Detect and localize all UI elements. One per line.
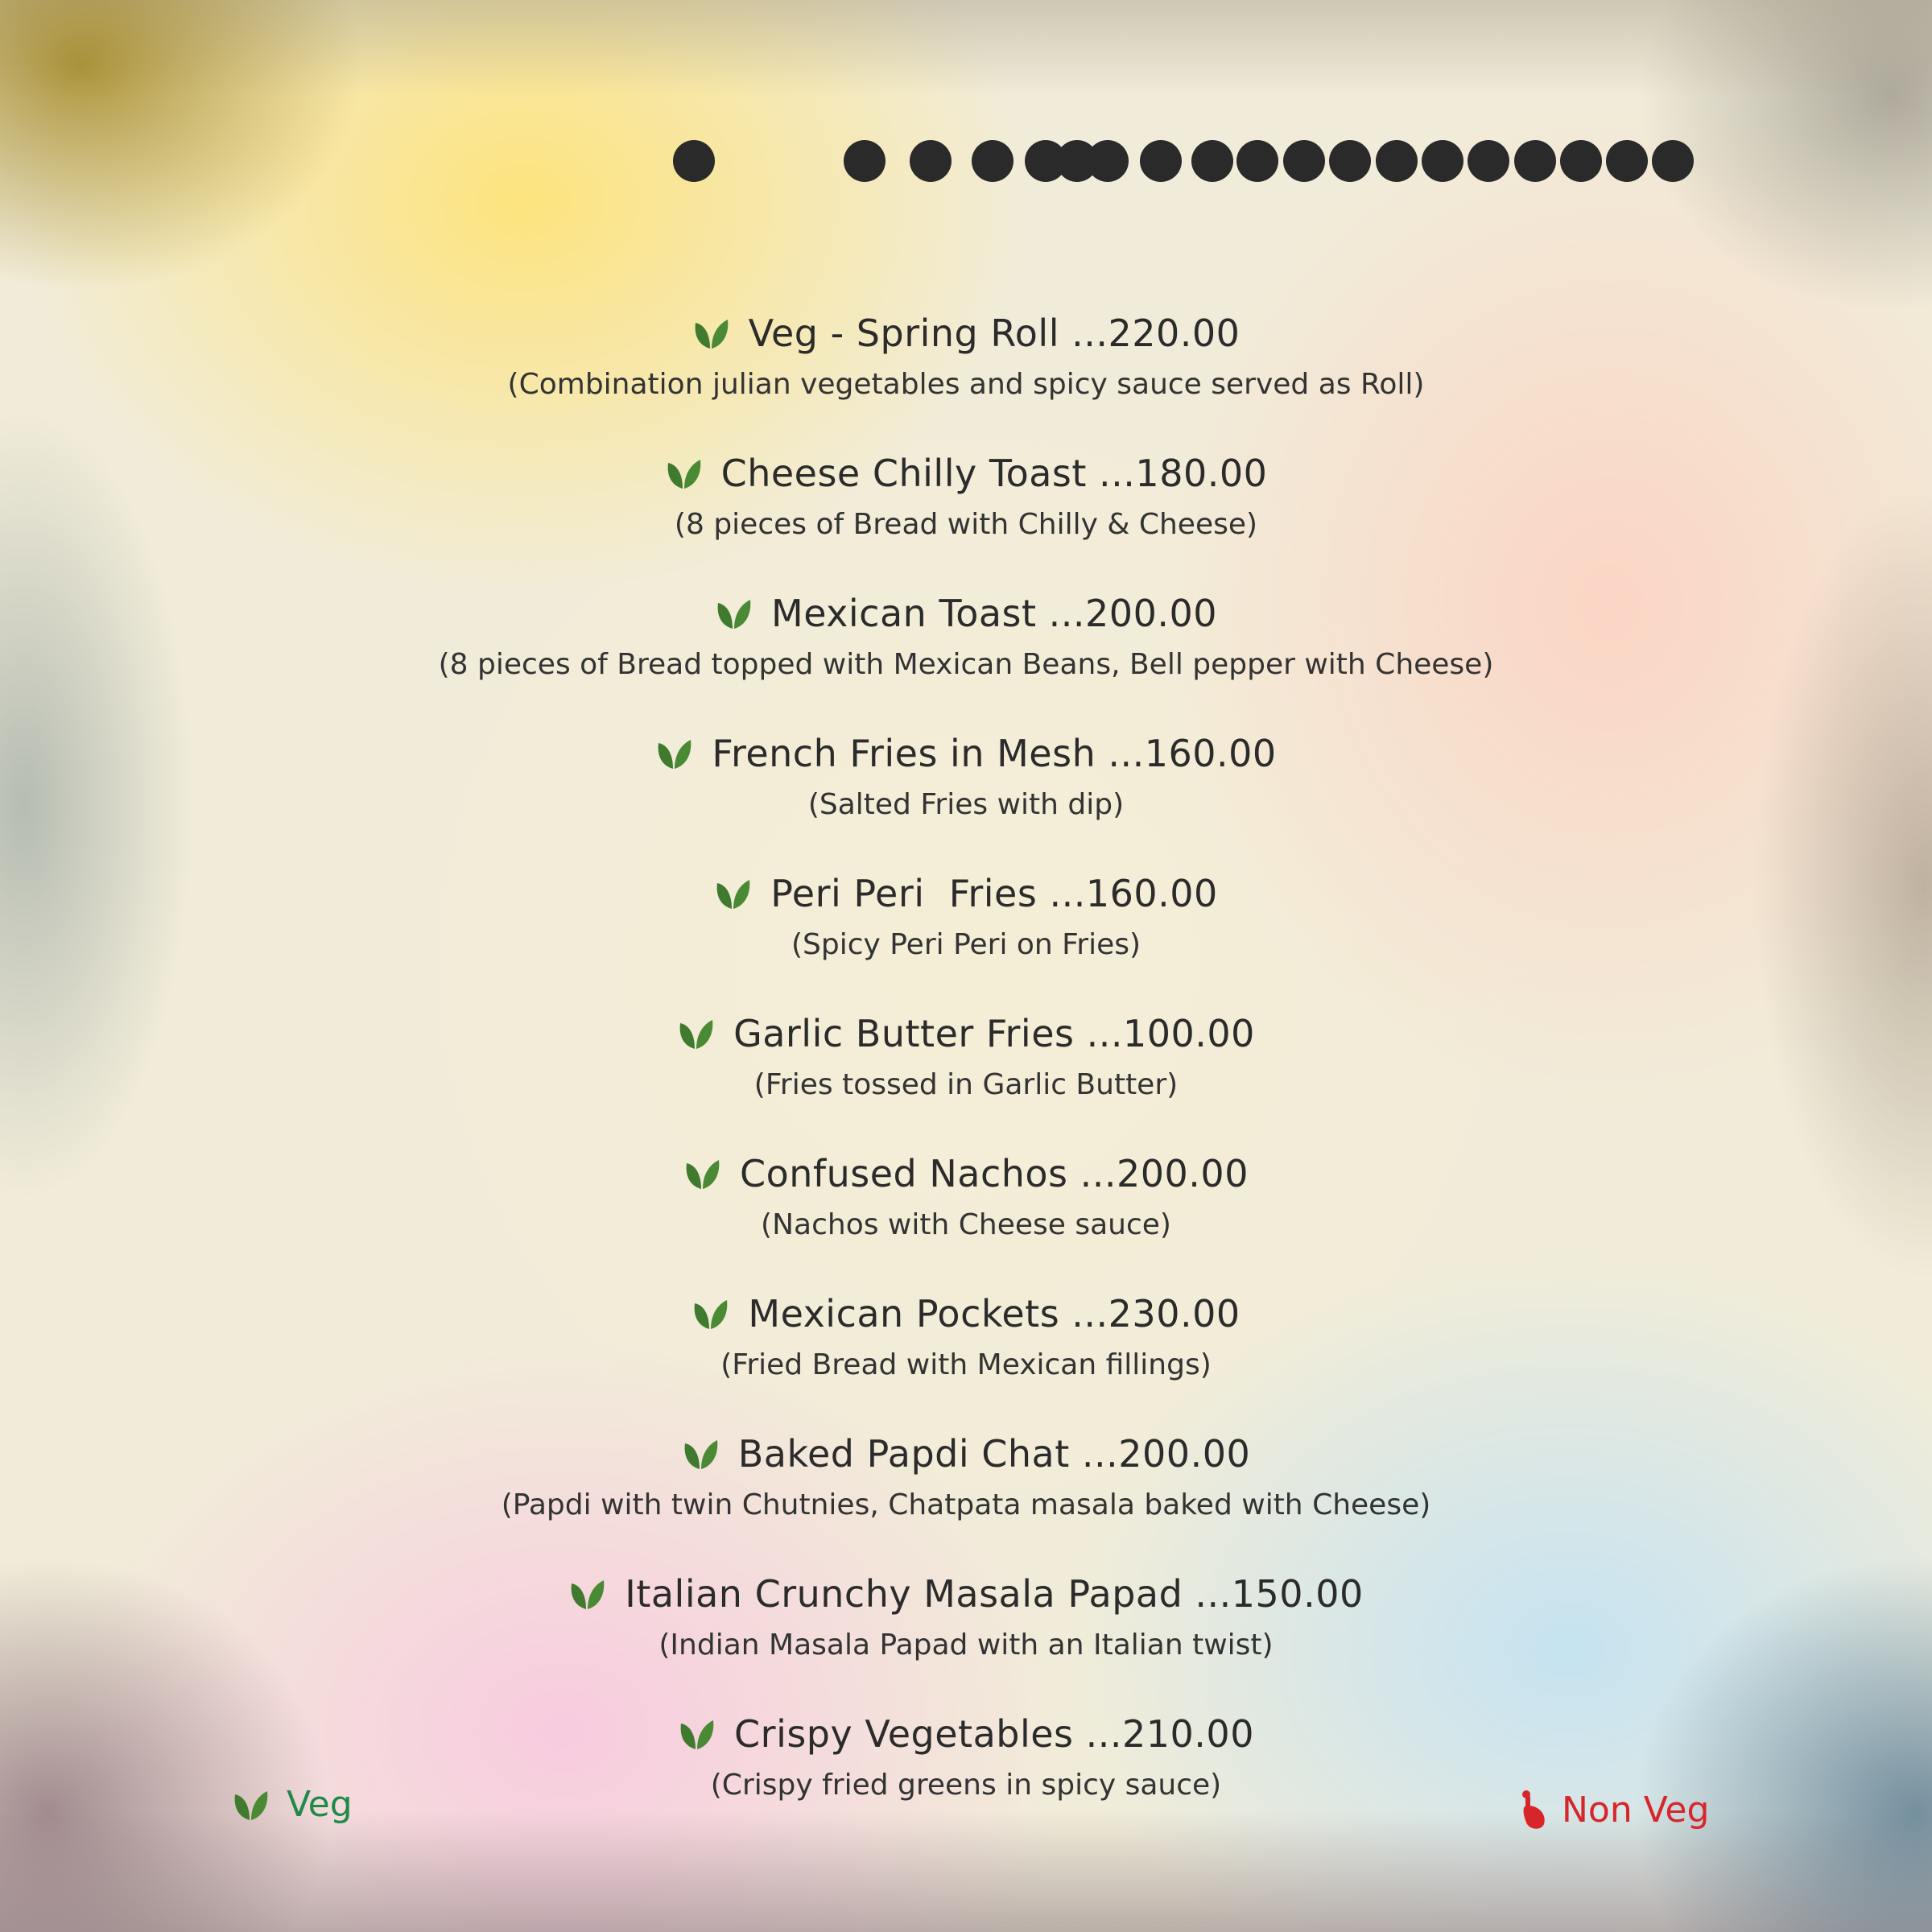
legend-veg-label: Veg: [287, 1784, 353, 1825]
menu-item: Garlic Butter Fries ...100.00 (Fries tos…: [0, 1005, 1932, 1145]
decorative-dot-row: [0, 137, 1932, 185]
decorative-dot: [1468, 140, 1509, 182]
menu-item-description: (Indian Masala Papad with an Italian twi…: [658, 1629, 1274, 1662]
menu-item-description: (8 pieces of Bread topped with Mexican B…: [438, 648, 1494, 681]
decorative-dot: [1560, 140, 1602, 182]
menu-item-title: Garlic Butter Fries ...100.00: [677, 1005, 1255, 1063]
leaf-icon: [717, 600, 751, 629]
menu-item-title: Mexican Toast ...200.00: [715, 584, 1217, 642]
menu-item-description: (8 pieces of Bread with Chilly & Cheese): [674, 508, 1258, 541]
menu-item-title: Baked Papdi Chat ...200.00: [682, 1425, 1250, 1483]
decorative-dot: [1514, 140, 1556, 182]
menu-list: Veg - Spring Roll ...220.00 (Combination…: [0, 304, 1932, 1845]
menu-item: Baked Papdi Chat ...200.00 (Papdi with t…: [0, 1425, 1932, 1565]
decorative-dot: [910, 140, 952, 182]
menu-item-description: (Fries tossed in Garlic Butter): [753, 1068, 1179, 1101]
decorative-dot: [1329, 140, 1371, 182]
decorative-dot: [1283, 140, 1325, 182]
legend-nonveg-label: Non Veg: [1562, 1789, 1710, 1831]
leaf-icon: [571, 1580, 605, 1609]
menu-item-name: Confused Nachos ...200.00: [740, 1152, 1249, 1195]
menu-item-description: (Nachos with Cheese sauce): [761, 1208, 1171, 1241]
menu-item-name: Peri Peri Fries ...160.00: [770, 872, 1218, 915]
menu-item-name: Baked Papdi Chat ...200.00: [737, 1432, 1251, 1476]
legend-veg: Veg: [232, 1784, 353, 1825]
menu-item-description: (Fried Bread with Mexican fillings): [720, 1348, 1212, 1381]
menu-item-title: Cheese Chilly Toast ...180.00: [665, 444, 1268, 502]
leaf-icon: [234, 1790, 268, 1820]
menu-item: Cheese Chilly Toast ...180.00 (8 pieces …: [0, 444, 1932, 584]
leaf-icon: [680, 1720, 714, 1749]
menu-item-description: (Combination julian vegetables and spicy…: [507, 368, 1425, 401]
decorative-dot: [972, 140, 1013, 182]
decorative-dot: [1140, 140, 1182, 182]
menu-item-title: Mexican Pockets ...230.00: [691, 1285, 1240, 1343]
leaf-icon: [716, 880, 750, 909]
menu-item: Mexican Toast ...200.00 (8 pieces of Bre…: [0, 584, 1932, 724]
menu-item-name: Garlic Butter Fries ...100.00: [733, 1012, 1255, 1055]
leaf-icon: [667, 460, 700, 489]
legend-nonveg: Non Veg: [1520, 1789, 1709, 1831]
menu-item-title: Italian Crunchy Masala Papad ...150.00: [568, 1565, 1363, 1623]
menu-item-description: (Salted Fries with dip): [807, 788, 1125, 821]
menu-item-title: Veg - Spring Roll ...220.00: [692, 304, 1241, 362]
decorative-dot: [844, 140, 886, 182]
menu-item-name: Mexican Pockets ...230.00: [748, 1292, 1241, 1335]
decorative-dot: [1376, 140, 1418, 182]
leaf-icon: [695, 320, 728, 349]
menu-item-name: Veg - Spring Roll ...220.00: [748, 312, 1241, 355]
decorative-dot: [1652, 140, 1694, 182]
menu-item: Peri Peri Fries ...160.00 (Spicy Peri Pe…: [0, 865, 1932, 1005]
menu-item-title: French Fries in Mesh ...160.00: [655, 724, 1276, 782]
menu-item-description: (Spicy Peri Peri on Fries): [791, 928, 1141, 961]
menu-item-name: French Fries in Mesh ...160.00: [712, 732, 1277, 775]
menu-item-name: Mexican Toast ...200.00: [771, 592, 1217, 635]
menu-item: Confused Nachos ...200.00 (Nachos with C…: [0, 1145, 1932, 1285]
decorative-dot: [1087, 140, 1129, 182]
menu-item: Mexican Pockets ...230.00 (Fried Bread w…: [0, 1285, 1932, 1425]
drumstick-icon: [1522, 1790, 1545, 1829]
menu-item: Italian Crunchy Masala Papad ...150.00 (…: [0, 1565, 1932, 1705]
menu-item-title: Confused Nachos ...200.00: [683, 1145, 1249, 1203]
menu-item-name: Cheese Chilly Toast ...180.00: [720, 452, 1268, 495]
menu-item: Veg - Spring Roll ...220.00 (Combination…: [0, 304, 1932, 444]
decorative-dot: [1606, 140, 1648, 182]
leaf-icon: [658, 740, 691, 769]
menu-item-name: Crispy Vegetables ...210.00: [734, 1712, 1254, 1756]
decorative-dot: [1236, 140, 1278, 182]
leaf-icon: [684, 1440, 718, 1469]
menu-item-name: Italian Crunchy Masala Papad ...150.00: [625, 1572, 1364, 1616]
decorative-dot: [1422, 140, 1463, 182]
leaf-icon: [679, 1020, 713, 1049]
menu-item-title: Peri Peri Fries ...160.00: [714, 865, 1218, 923]
menu-item-description: (Papdi with twin Chutnies, Chatpata masa…: [501, 1488, 1431, 1521]
decorative-dot: [673, 140, 715, 182]
leaf-icon: [695, 1300, 728, 1329]
decorative-dot: [1191, 140, 1233, 182]
leaf-icon: [686, 1160, 720, 1189]
menu-item: French Fries in Mesh ...160.00 (Salted F…: [0, 724, 1932, 865]
menu-item-title: Crispy Vegetables ...210.00: [678, 1705, 1254, 1763]
